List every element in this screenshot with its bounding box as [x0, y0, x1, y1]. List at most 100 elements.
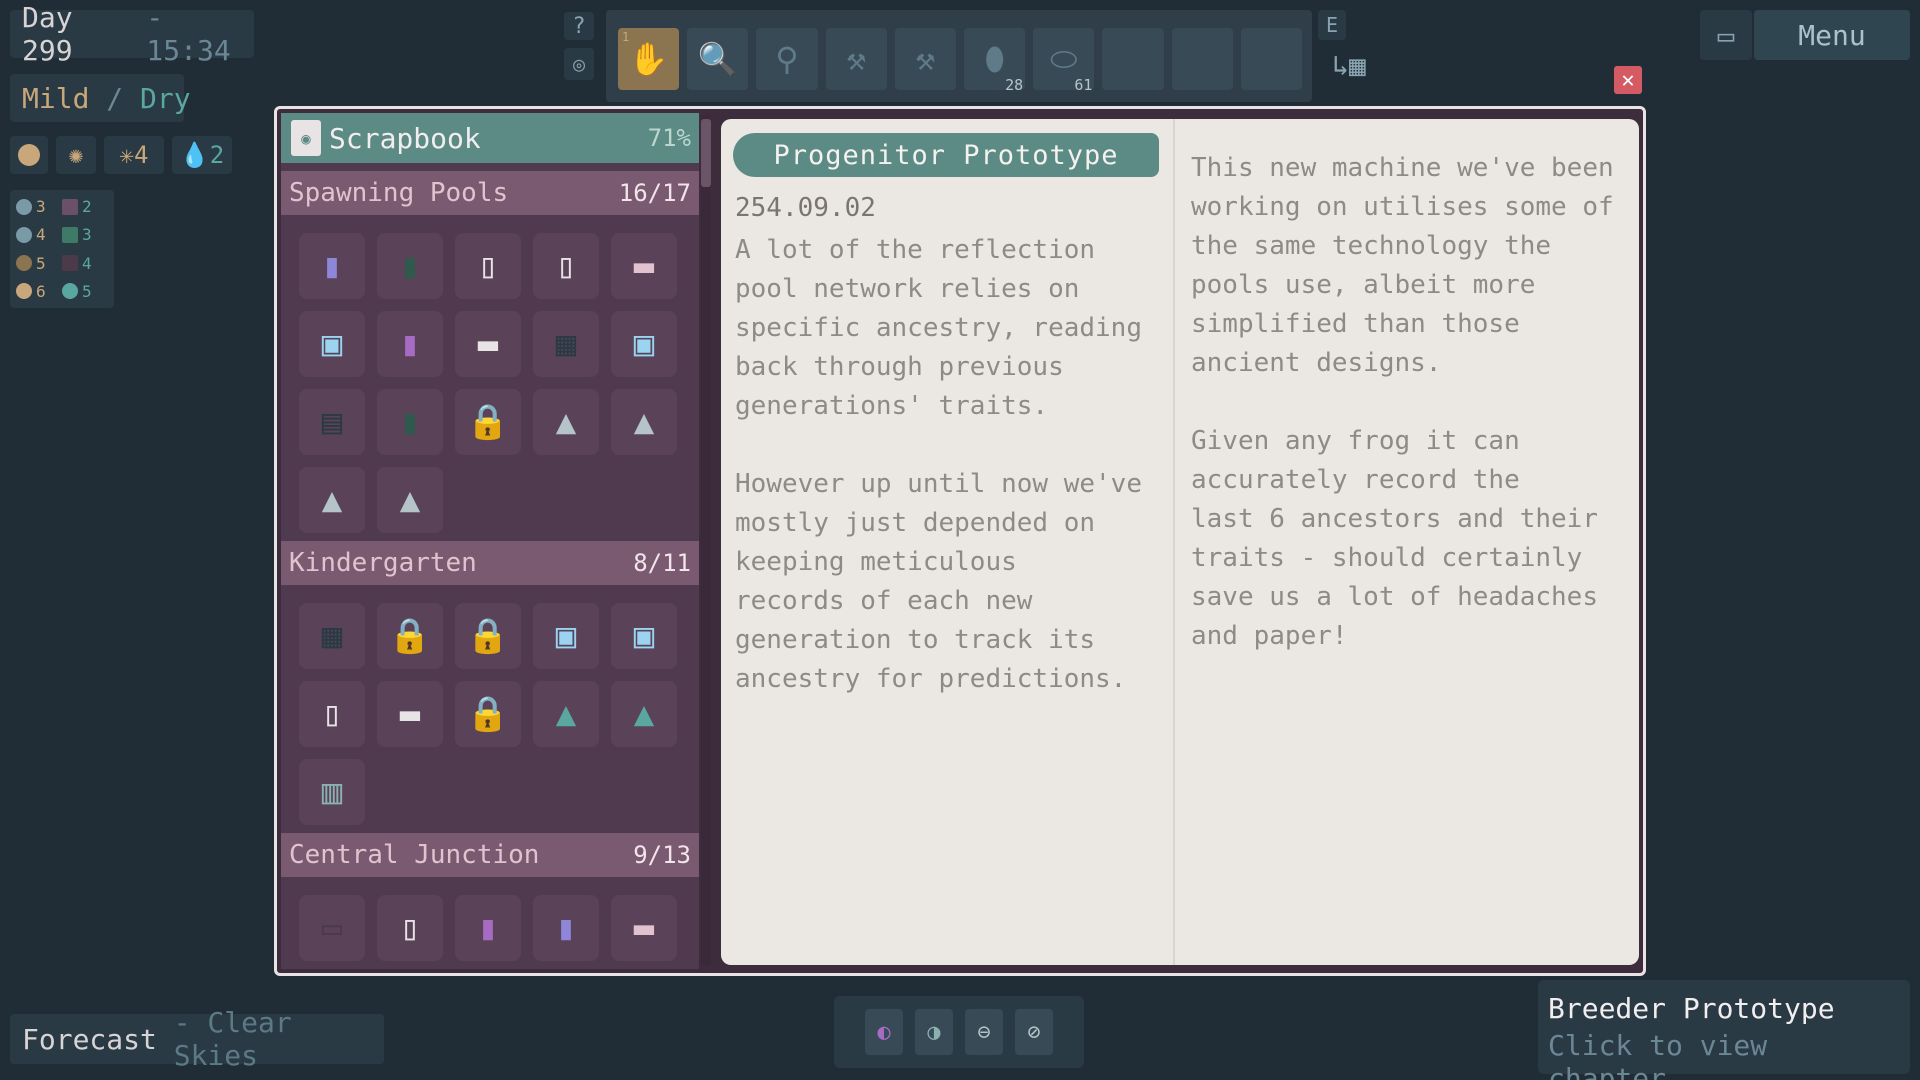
chapter-item[interactable]: ▭	[299, 895, 365, 961]
sign-icon: ▬	[477, 324, 499, 364]
chapter-item[interactable]: ▲	[377, 467, 443, 533]
chapter-item[interactable]: ▬	[611, 233, 677, 299]
chapter-item[interactable]: ▮	[377, 233, 443, 299]
chapter-item[interactable]: 🔒	[455, 681, 521, 747]
sign-icon: ▬	[633, 246, 655, 286]
machine-icon: ▣	[555, 616, 577, 656]
chapter-item[interactable]: ▲	[611, 681, 677, 747]
help-button[interactable]: ?	[564, 12, 594, 40]
grid-icon	[62, 226, 78, 243]
e-key-label: E	[1325, 13, 1339, 37]
note-icon: ▯	[477, 246, 499, 286]
chapter-item[interactable]: ▣	[611, 311, 677, 377]
target-icon[interactable]: ◎	[564, 48, 594, 80]
chapter-item[interactable]: ▮	[533, 895, 599, 961]
frog-moon-icon[interactable]: ◐	[865, 1009, 903, 1055]
tool-slot-5[interactable]: ⚒	[894, 28, 957, 90]
tool-slot-2[interactable]: 🔍	[687, 28, 749, 90]
chapter-item[interactable]: ▬	[611, 895, 677, 961]
crate-icon: ▥	[321, 772, 343, 812]
menu-button[interactable]: Menu	[1754, 10, 1910, 60]
chapter-item[interactable]: 🔒	[455, 603, 521, 669]
tool-slot-1[interactable]: 1 ✋	[618, 28, 680, 90]
chapter-item[interactable]: ▲	[611, 389, 677, 455]
close-icon[interactable]: ✕	[1614, 66, 1642, 94]
sign-icon: ▬	[633, 908, 655, 948]
scrapbook-book-icon: ◉	[291, 120, 321, 156]
stat-cell: 3	[16, 194, 62, 219]
chapter-list[interactable]: ◉ Scrapbook 71% Spawning Pools 16/17 ▮ ▮ ▯ ▯ ▬…	[281, 113, 699, 969]
chapter-item[interactable]: ▣	[611, 603, 677, 669]
chapter-item[interactable]: ▦	[533, 311, 599, 377]
chapter-item[interactable]: ▯	[299, 681, 365, 747]
frog-minus-icon[interactable]: ⊖	[965, 1009, 1003, 1055]
machine-icon: ▣	[633, 324, 655, 364]
section-header[interactable]: Spawning Pools 16/17	[281, 171, 699, 215]
chapter-scrollbar[interactable]	[701, 115, 711, 965]
chapter-item[interactable]: ▲	[299, 467, 365, 533]
weather-temperature: Mild	[22, 81, 90, 115]
tool-slot-9[interactable]	[1171, 28, 1233, 90]
stat-cell: 2	[62, 194, 108, 219]
chapter-item[interactable]: ▬	[455, 311, 521, 377]
chapter-item[interactable]: ▮	[299, 233, 365, 299]
section-header[interactable]: Kindergarten 8/11	[281, 541, 699, 585]
chapter-item[interactable]: ▲	[533, 681, 599, 747]
tooltip-action: Click to view chapter	[1548, 1029, 1768, 1080]
frog-half-icon[interactable]: ◑	[915, 1009, 953, 1055]
stat-cell: 4	[62, 251, 108, 276]
frog-slash-icon[interactable]: ⊘	[1015, 1009, 1053, 1055]
tool-slot-7[interactable]: ⬭ 61	[1033, 28, 1095, 94]
chapter-item[interactable]: ▣	[299, 311, 365, 377]
slot-count: 28	[1005, 76, 1024, 94]
chapter-item[interactable]: ▮	[377, 311, 443, 377]
chapter-item[interactable]: ▯	[377, 895, 443, 961]
section-count: 16/17	[618, 179, 691, 207]
chapter-item[interactable]: ▯	[455, 233, 521, 299]
stat-cell: 5	[16, 251, 62, 276]
chapter-item[interactable]: ▦	[299, 603, 365, 669]
swap-inventory-icon[interactable]: ↳▦	[1318, 46, 1380, 84]
jar-icon: ▭	[321, 908, 343, 948]
slot-count: 61	[1074, 76, 1093, 94]
chapter-item[interactable]: ▤	[299, 389, 365, 455]
save-icon[interactable]: ▭	[1700, 10, 1752, 60]
chapter-item[interactable]: ▯	[533, 233, 599, 299]
chapter-item[interactable]: ▣	[533, 603, 599, 669]
chapter-item[interactable]: ▬	[377, 681, 443, 747]
water-stat: 💧 2	[172, 136, 232, 174]
stat-value: 4	[36, 225, 46, 245]
section-name: Central Junction	[289, 840, 540, 870]
tooltip-title: Breeder Prototype	[1548, 992, 1835, 1025]
hand-icon: ✋	[628, 40, 669, 78]
chapter-item[interactable]: ▮	[455, 895, 521, 961]
tool-slot-4[interactable]: ⚒	[825, 28, 887, 90]
lock-icon: 🔒	[466, 694, 510, 734]
chapter-item[interactable]: 🔒	[455, 389, 521, 455]
blob-icon	[16, 226, 32, 243]
chapter-item[interactable]: ▲	[533, 389, 599, 455]
stat-value: 5	[82, 281, 92, 301]
sun-orb-icon	[10, 136, 48, 174]
stat-value: 6	[36, 281, 46, 301]
scrapbook-title-wrap: ◉ Scrapbook	[291, 120, 481, 156]
note-icon: ▯	[399, 908, 421, 948]
weather-humidity: Dry	[140, 81, 191, 115]
scroll-thumb[interactable]	[701, 119, 711, 187]
section-count: 9/13	[633, 841, 691, 869]
chapter-item[interactable]: ▮	[377, 389, 443, 455]
chapter-item[interactable]: ▥	[299, 759, 365, 825]
entry-page: Progenitor Prototype 254.09.02 A lot of …	[721, 119, 1639, 965]
section-header[interactable]: Central Junction 9/13	[281, 833, 699, 877]
sun-icon: ✺	[56, 136, 96, 174]
tool-slot-6[interactable]: ⬮ 28	[964, 28, 1026, 94]
tool-slot-3[interactable]: ⚲	[756, 28, 818, 90]
chapter-item[interactable]: 🔒	[377, 603, 443, 669]
tool-slot-8[interactable]	[1102, 28, 1164, 90]
tool-slot-10[interactable]	[1240, 28, 1303, 90]
book-icon: ▮	[399, 246, 421, 286]
scrapbook-window: ◉ Scrapbook 71% Spawning Pools 16/17 ▮ ▮ ▯ ▯ ▬…	[274, 106, 1646, 976]
water-drop-icon: 💧	[179, 141, 210, 169]
frog-statue-icon: ▲	[633, 694, 655, 734]
stat-value: 2	[82, 197, 92, 217]
